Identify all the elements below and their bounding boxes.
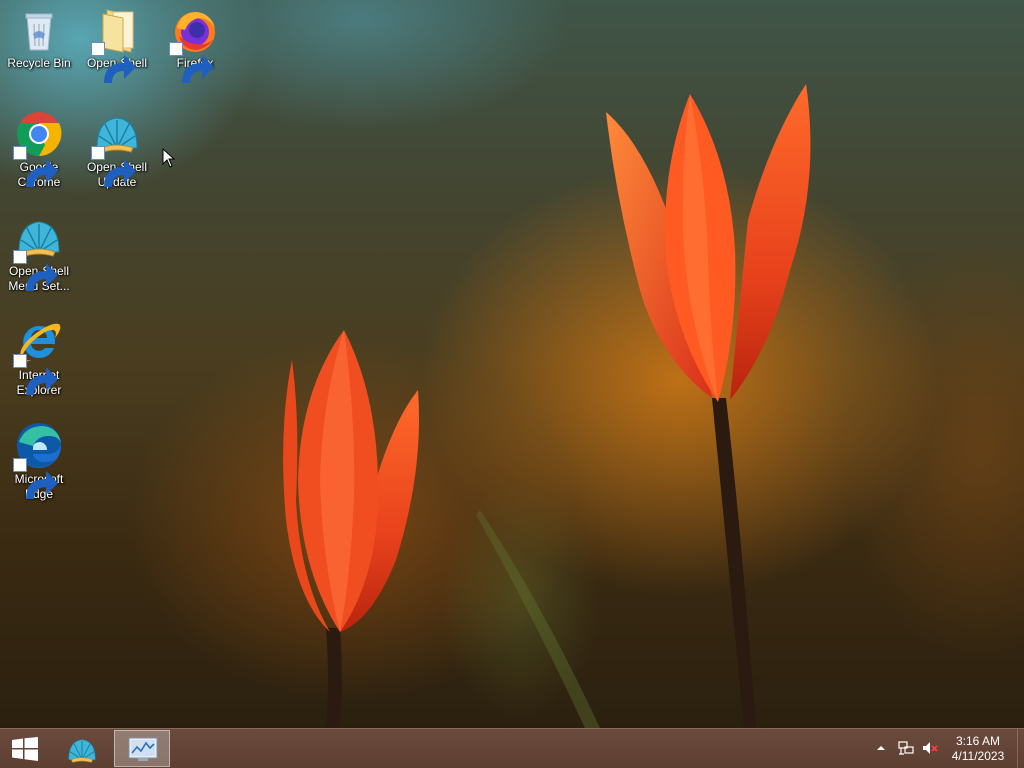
desktop-icon-open-shell-folder[interactable]: Open-Shell [78,0,156,83]
desktop-icon-google-chrome[interactable]: Google Chrome [0,104,78,190]
mouse-cursor-icon [162,148,176,168]
system-tray: 3:16 AM 4/11/2023 [870,729,1024,768]
windows-logo-icon [12,737,38,761]
shortcut-arrow-icon [169,42,214,83]
clock-time: 3:16 AM [955,734,1001,748]
start-button[interactable] [0,729,50,768]
chevron-up-icon[interactable] [876,743,886,753]
speaker-muted-icon[interactable] [922,741,938,755]
shortcut-arrow-icon [91,42,136,83]
task-manager-icon [128,737,158,761]
shortcut-arrow-icon [13,458,58,499]
shortcut-arrow-icon [13,250,58,291]
desktop-icon-internet-explorer[interactable]: Internet Explorer [0,312,78,398]
shortcut-arrow-icon [91,146,136,187]
desktop-icon-label: Recycle Bin [7,56,71,70]
recycle-bin-icon [25,13,53,51]
desktop-icon-firefox[interactable]: Firefox [156,0,234,83]
taskbar-item-open-shell[interactable] [54,730,110,767]
show-desktop-button[interactable] [1017,729,1024,768]
taskbar: 3:16 AM 4/11/2023 [0,728,1024,768]
clock-date: 4/11/2023 [951,749,1005,763]
desktop-icon-open-shell-menu-settings[interactable]: Open-Shell Menu Set... [0,208,78,294]
desktop-icon-microsoft-edge[interactable]: Microsoft Edge [0,416,78,502]
taskbar-item-task-manager[interactable] [114,730,170,767]
tray-clock[interactable]: 3:16 AM 4/11/2023 [946,734,1010,764]
desktop-icon-open-shell-update[interactable]: Open-Shell Update [78,104,156,190]
shortcut-arrow-icon [13,146,58,187]
shortcut-arrow-icon [13,354,58,395]
desktop-icon-recycle-bin[interactable]: Recycle Bin [0,0,78,71]
network-icon[interactable] [898,741,914,755]
open-shell-icon [68,739,96,763]
